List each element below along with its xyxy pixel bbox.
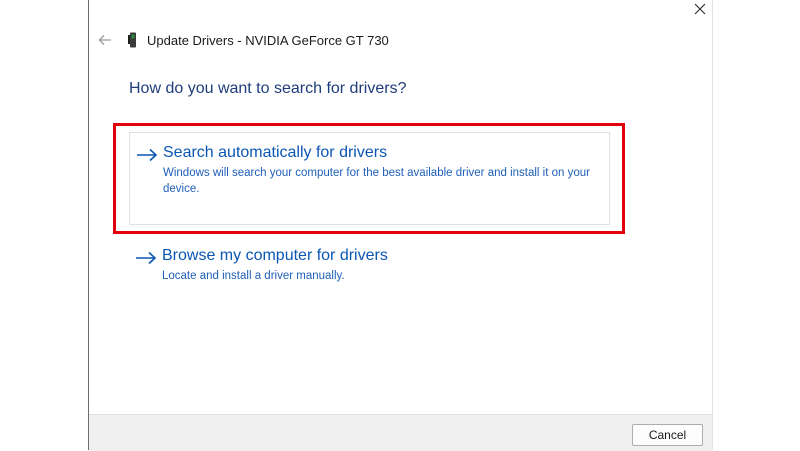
arrow-right-icon [137,148,158,162]
arrow-left-icon [98,35,111,45]
window-left-border [88,0,89,450]
option-description: Windows will search your computer for th… [163,167,590,195]
browse-computer-option[interactable]: Browse my computer for drivers Locate an… [129,240,610,300]
search-automatically-option[interactable]: Search automatically for drivers Windows… [129,132,610,225]
display-adapter-icon [128,32,138,48]
arrow-right-icon [136,251,157,265]
back-button[interactable] [96,31,114,49]
cancel-button[interactable]: Cancel [632,424,703,446]
close-icon [694,3,706,15]
dialog-footer: Cancel [89,414,712,451]
page-heading: How do you want to search for drivers? [129,80,407,97]
option-title: Search automatically for drivers [163,144,388,161]
option-title: Browse my computer for drivers [162,247,388,264]
option-description: Locate and install a driver manually. [162,270,345,282]
dialog-header: Update Drivers - NVIDIA GeForce GT 730 [96,30,389,50]
close-button[interactable] [686,0,714,18]
window-title: Update Drivers - NVIDIA GeForce GT 730 [147,32,389,48]
window-right-border [712,0,713,450]
